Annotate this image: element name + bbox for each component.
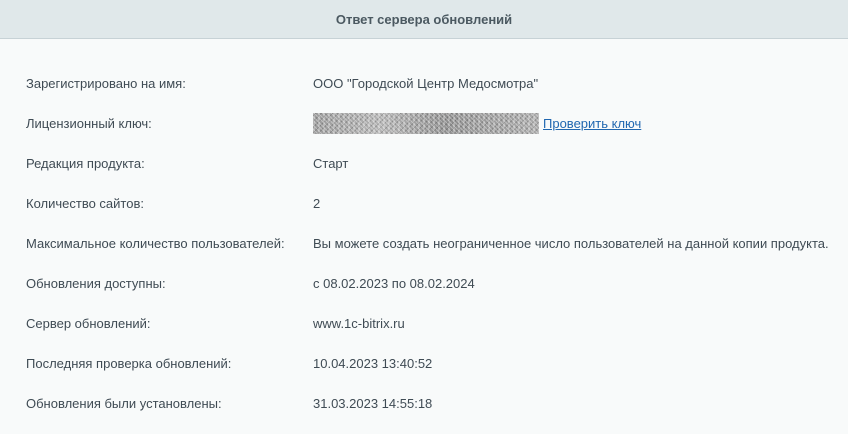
updates-available-value: с 08.02.2023 по 08.02.2024 [313,276,475,291]
last-check-value: 10.04.2023 13:40:52 [313,356,433,371]
row-registered-name: Зарегистрировано на имя: ООО "Городской … [0,64,848,104]
row-last-check: Последняя проверка обновлений: 10.04.202… [0,344,848,384]
last-check-label: Последняя проверка обновлений: [26,356,232,371]
product-edition-value: Старт [313,156,349,171]
info-table: Зарегистрировано на имя: ООО "Городской … [0,64,848,424]
max-users-value: Вы можете создать неограниченное число п… [313,236,829,251]
row-product-edition: Редакция продукта: Старт [0,144,848,184]
row-sites-count: Количество сайтов: 2 [0,184,848,224]
update-server-value: www.1c-bitrix.ru [313,316,405,331]
row-updates-installed: Обновления были установлены: 31.03.2023 … [0,384,848,424]
registered-name-label: Зарегистрировано на имя: [26,76,186,91]
panel-title: Ответ сервера обновлений [335,11,513,27]
license-key-value: Проверить ключ [313,104,641,144]
sites-count-value: 2 [313,196,321,211]
product-edition-label: Редакция продукта: [26,156,145,171]
max-users-label: Максимальное количество пользователей: [26,236,285,251]
update-server-response-panel: Ответ сервера обновлений Зарегистрирован… [0,0,848,434]
row-updates-available: Обновления доступны: с 08.02.2023 по 08.… [0,264,848,304]
license-key-label: Лицензионный ключ: [26,116,152,131]
updates-installed-value: 31.03.2023 14:55:18 [313,396,433,411]
panel-header: Ответ сервера обновлений [0,0,848,39]
updates-installed-label: Обновления были установлены: [26,396,222,411]
row-max-users: Максимальное количество пользователей: В… [0,224,848,264]
update-server-label: Сервер обновлений: [26,316,151,331]
updates-available-label: Обновления доступны: [26,276,166,291]
registered-name-value: ООО "Городской Центр Медосмотра" [313,76,539,91]
row-update-server: Сервер обновлений: www.1c-bitrix.ru [0,304,848,344]
license-key-masked-image [313,112,539,134]
sites-count-label: Количество сайтов: [26,196,144,211]
check-key-link[interactable]: Проверить ключ [543,116,641,131]
row-license-key: Лицензионный ключ: Проверить ключ [0,104,848,144]
